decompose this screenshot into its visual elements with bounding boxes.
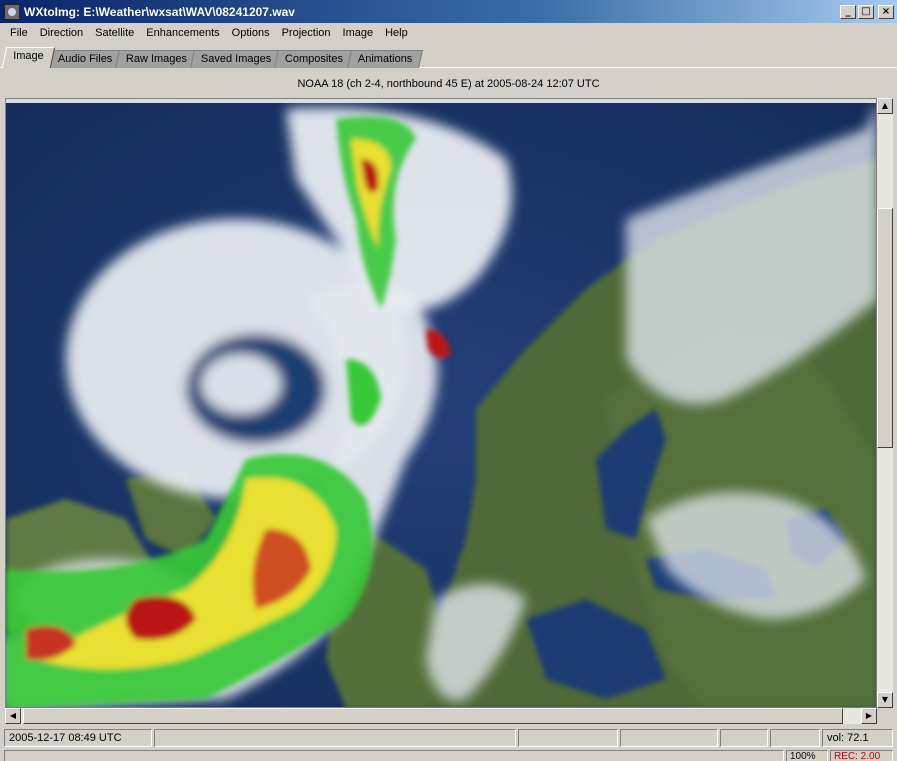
satellite-image[interactable] [6, 99, 877, 708]
menu-enhancements[interactable]: Enhancements [140, 27, 225, 39]
window-title: WXtoImg: E:\Weather\wxsat\WAV\08241207.w… [24, 4, 295, 19]
status-secondary-message [4, 750, 784, 761]
status-panel-message [154, 729, 516, 747]
menu-file[interactable]: File [4, 27, 34, 39]
horizontal-scrollbar[interactable]: ◀ ▶ [5, 708, 877, 724]
horizontal-scroll-thumb[interactable] [23, 708, 843, 724]
maximize-button[interactable]: □ [858, 4, 874, 19]
tab-saved-images[interactable]: Saved Images [190, 50, 283, 68]
vertical-scrollbar[interactable]: ▲ ▼ [877, 98, 893, 708]
status-rec: REC: 2.00 [830, 750, 893, 761]
tab-audio-files[interactable]: Audio Files [46, 50, 123, 68]
tab-image[interactable]: Image [1, 47, 55, 68]
tab-animations[interactable]: Animations [346, 50, 423, 68]
status-panel-5 [720, 729, 768, 747]
menu-projection[interactable]: Projection [276, 27, 337, 39]
menu-direction[interactable]: Direction [34, 27, 89, 39]
title-bar[interactable]: WXtoImg: E:\Weather\wxsat\WAV\08241207.w… [0, 0, 897, 23]
scroll-down-icon[interactable]: ▼ [877, 692, 893, 708]
ice-cap [6, 99, 876, 103]
app-icon[interactable] [4, 3, 20, 20]
status-zoom: 100% [786, 750, 828, 761]
menu-image[interactable]: Image [337, 27, 380, 39]
menu-satellite[interactable]: Satellite [89, 27, 140, 39]
status-volume: vol: 72.1 [822, 729, 893, 747]
status-panel-6 [770, 729, 820, 747]
minimize-button[interactable]: _ [840, 4, 856, 19]
satellite-image-frame[interactable] [5, 98, 877, 708]
menu-options[interactable]: Options [226, 27, 276, 39]
image-caption: NOAA 18 (ch 2-4, northbound 45 E) at 200… [297, 78, 600, 90]
status-bar: 2005-12-17 08:49 UTC vol: 72.1 [0, 727, 897, 747]
vertical-scroll-thumb[interactable] [877, 208, 893, 448]
tab-raw-images[interactable]: Raw Images [115, 50, 199, 68]
tab-strip: Image Audio Files Raw Images Saved Image… [1, 46, 423, 68]
scrollbar-corner [877, 708, 893, 724]
close-button[interactable]: × [878, 4, 894, 19]
menu-help[interactable]: Help [379, 27, 414, 39]
status-datetime: 2005-12-17 08:49 UTC [4, 729, 152, 747]
tab-composites[interactable]: Composites [274, 50, 355, 68]
status-panel-3 [518, 729, 618, 747]
scroll-right-icon[interactable]: ▶ [861, 708, 877, 724]
menu-bar: File Direction Satellite Enhancements Op… [0, 23, 897, 42]
status-bar-secondary: 100% REC: 2.00 [0, 750, 897, 761]
scroll-up-icon[interactable]: ▲ [877, 98, 893, 114]
status-panel-4 [620, 729, 718, 747]
scroll-left-icon[interactable]: ◀ [5, 708, 21, 724]
